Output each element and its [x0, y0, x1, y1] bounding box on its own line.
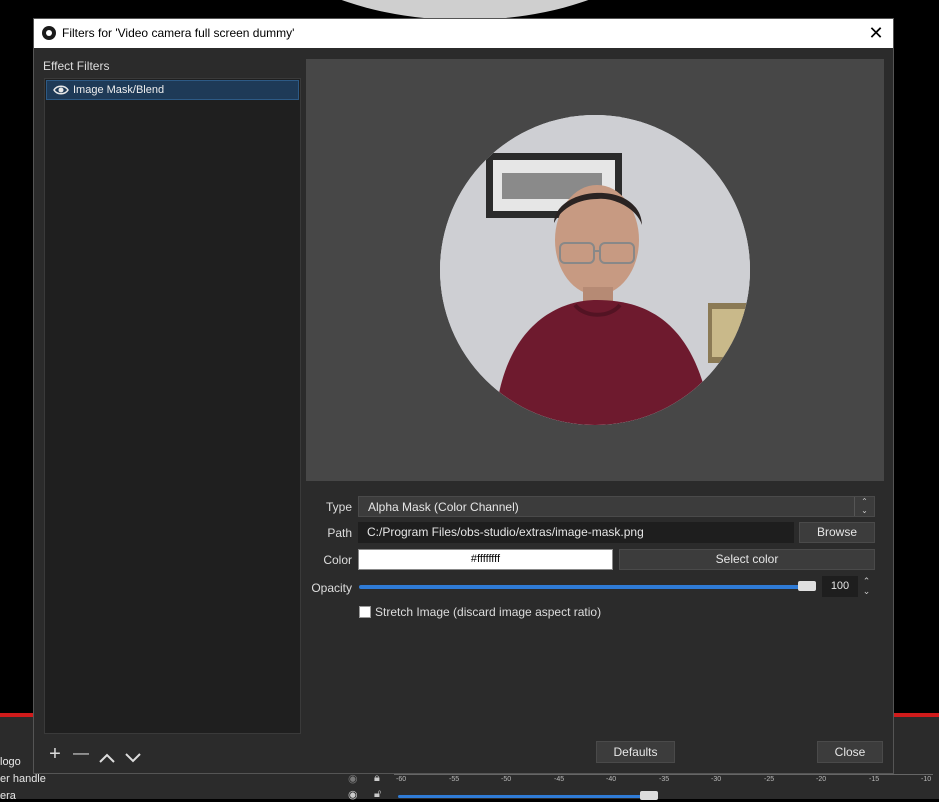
- filter-list[interactable]: Image Mask/Blend: [44, 78, 301, 734]
- meter-tick: -35: [659, 776, 670, 783]
- remove-filter-button[interactable]: —: [70, 743, 92, 765]
- background-source-item[interactable]: er handle: [0, 773, 46, 785]
- close-button[interactable]: Close: [817, 741, 883, 763]
- meter-tick: -15: [869, 776, 880, 783]
- add-filter-button[interactable]: +: [44, 743, 66, 765]
- audio-meter: -60 -55 -50 -45 -40 -35 -30 -25 -20 -15 …: [390, 772, 939, 792]
- meter-tick: -20: [816, 776, 827, 783]
- chevron-down-icon: [125, 753, 141, 763]
- chevron-up-icon: [99, 753, 115, 763]
- type-dropdown[interactable]: Alpha Mask (Color Channel) ⌃ ⌄: [358, 496, 875, 517]
- meter-tick: -40: [606, 776, 617, 783]
- filter-preview: [306, 59, 884, 481]
- volume-slider-track[interactable]: [398, 795, 658, 798]
- meter-tick: -30: [711, 776, 722, 783]
- defaults-button[interactable]: Defaults: [596, 741, 675, 763]
- obs-logo-icon: [42, 26, 56, 40]
- path-label: Path: [327, 526, 352, 540]
- unlock-icon[interactable]: 🔓︎: [374, 788, 381, 801]
- eye-icon[interactable]: ◉: [348, 788, 358, 801]
- meter-baseline: [394, 774, 933, 775]
- stretch-image-label[interactable]: Stretch Image (discard image aspect rati…: [375, 605, 601, 619]
- type-value: Alpha Mask (Color Channel): [368, 500, 519, 514]
- path-value: C:/Program Files/obs-studio/extras/image…: [367, 525, 644, 539]
- color-swatch[interactable]: #ffffffff: [358, 549, 613, 570]
- dropdown-arrows-icon: ⌃ ⌄: [854, 497, 874, 516]
- person-image: [440, 115, 750, 425]
- meter-tick: -25: [764, 776, 775, 783]
- eye-icon[interactable]: [53, 83, 69, 97]
- meter-tick: -55: [449, 776, 460, 783]
- color-label: Color: [323, 553, 352, 567]
- path-input[interactable]: C:/Program Files/obs-studio/extras/image…: [358, 522, 794, 543]
- background-source-item[interactable]: era: [0, 790, 16, 802]
- filter-item-image-mask[interactable]: Image Mask/Blend: [46, 80, 299, 100]
- background-preview-circle: [255, 0, 675, 20]
- opacity-spinbox[interactable]: 100: [822, 576, 858, 597]
- opacity-slider-handle[interactable]: [798, 581, 816, 591]
- opacity-label: Opacity: [311, 581, 352, 595]
- select-color-button[interactable]: Select color: [619, 549, 875, 570]
- window-title: Filters for 'Video camera full screen du…: [62, 26, 295, 40]
- stretch-image-checkbox[interactable]: [359, 606, 371, 618]
- window-close-button[interactable]: ✕: [865, 22, 887, 44]
- filters-dialog: Filters for 'Video camera full screen du…: [33, 18, 894, 774]
- browse-button[interactable]: Browse: [799, 522, 875, 543]
- type-label: Type: [325, 500, 352, 514]
- background-source-item[interactable]: logo: [0, 756, 21, 768]
- opacity-slider-track[interactable]: [359, 585, 815, 589]
- move-up-button[interactable]: [96, 747, 118, 769]
- title-bar: Filters for 'Video camera full screen du…: [34, 19, 893, 48]
- meter-tick: -10: [921, 776, 932, 783]
- meter-tick: -45: [554, 776, 565, 783]
- spinbox-arrows-icon[interactable]: ⌃ ⌄: [859, 576, 874, 597]
- meter-tick: -50: [501, 776, 512, 783]
- meter-tick: -60: [396, 776, 407, 783]
- masked-camera-image: [440, 115, 750, 425]
- filter-name: Image Mask/Blend: [73, 84, 165, 96]
- effect-filters-label: Effect Filters: [43, 59, 110, 73]
- move-down-button[interactable]: [122, 747, 144, 769]
